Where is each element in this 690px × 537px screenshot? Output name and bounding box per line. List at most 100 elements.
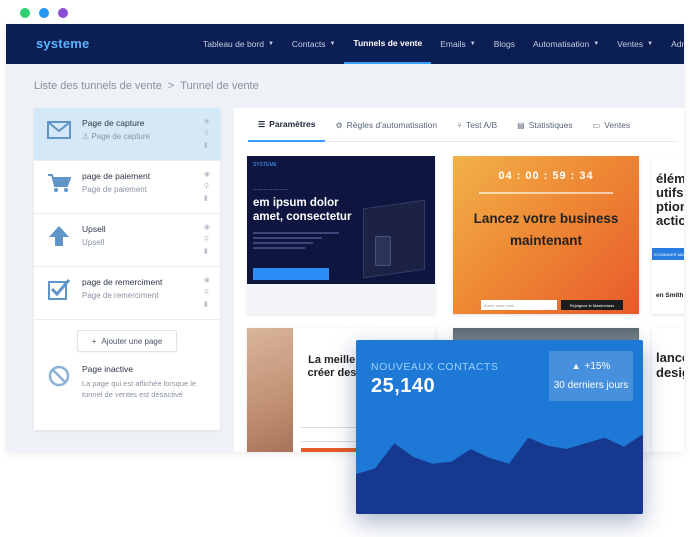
contacts-area-series bbox=[356, 434, 643, 514]
inactive-title: Page inactive bbox=[82, 364, 134, 374]
template-header: SYSTEME bbox=[253, 162, 277, 168]
nav-item-admin[interactable]: Admi bbox=[662, 24, 684, 64]
step-title: Page de capture bbox=[82, 118, 145, 128]
window-dot-blue[interactable] bbox=[39, 8, 49, 18]
tab-ventes[interactable]: ▭ Ventes bbox=[583, 108, 641, 142]
eye-icon[interactable]: ◉ bbox=[204, 276, 210, 284]
template-email-input: Entrer votre mail bbox=[481, 300, 557, 310]
link-icon[interactable]: ⚲ bbox=[204, 129, 210, 137]
nav-menu: Tableau de bord ▼ Contacts ▼ Tunnels de ve… bbox=[194, 24, 684, 64]
chevron-down-icon: ▼ bbox=[593, 41, 600, 47]
eye-icon[interactable]: ◉ bbox=[204, 223, 210, 231]
growth-badge: ▲ +15% 30 derniers jours bbox=[549, 351, 633, 401]
link-icon[interactable]: ⚲ bbox=[204, 182, 210, 190]
phone-mockup bbox=[375, 236, 391, 266]
step-item-remerciment[interactable]: page de remerciment Page de remerciment … bbox=[34, 267, 220, 320]
step-subtitle: Upsell bbox=[82, 238, 105, 247]
step-item-upsell[interactable]: Upsell Upsell ◉ ⚲ ▮ bbox=[34, 214, 220, 267]
funnel-steps-sidebar: Page de capture ⚠ Page de capture ◉ ⚲ ▮ … bbox=[34, 108, 220, 430]
tab-statistiques[interactable]: ▤ Statistiques bbox=[507, 108, 583, 142]
nav-item-automatisation[interactable]: Automatisation ▼ bbox=[524, 24, 608, 64]
panel-tabs: ☰ Paramètres ⚙ Règles d'automatisation ⑂ Te… bbox=[248, 108, 678, 142]
template-small-text: — — — — — — — bbox=[253, 186, 288, 191]
breadcrumb-separator: > bbox=[167, 80, 175, 92]
step-subtitle: Page de remerciment bbox=[82, 291, 159, 300]
chevron-down-icon: ▼ bbox=[469, 41, 476, 47]
template-headline: lance desig bbox=[656, 350, 684, 380]
arrow-up-icon bbox=[46, 224, 72, 248]
nav-item-contacts[interactable]: Contacts ▼ bbox=[283, 24, 345, 64]
template-footer bbox=[247, 284, 435, 314]
triangle-up-icon: ▲ bbox=[571, 361, 581, 371]
window-controls bbox=[20, 8, 68, 18]
template-headline: Lancez votre business maintenant bbox=[473, 211, 619, 248]
template-author: en Smith bbox=[656, 292, 684, 299]
growth-percent: +15% bbox=[584, 361, 611, 372]
tab-parametres[interactable]: ☰ Paramètres bbox=[248, 108, 326, 142]
new-contacts-card: NOUVEAUX CONTACTS 25,140 ▲ +15% 30 dernie… bbox=[356, 340, 643, 514]
eye-icon[interactable]: ◉ bbox=[204, 117, 210, 125]
plus-icon: + bbox=[91, 336, 97, 346]
breadcrumb: Liste des tunnels de vente > Tunnel de ven… bbox=[34, 80, 265, 92]
split-icon: ⑂ bbox=[457, 120, 462, 130]
breadcrumb-parent[interactable]: Liste des tunnels de vente bbox=[34, 80, 162, 92]
stats-label: NOUVEAUX CONTACTS bbox=[371, 361, 499, 373]
trash-icon[interactable]: ▮ bbox=[204, 141, 210, 149]
tab-test-ab[interactable]: ⑂ Test A/B bbox=[447, 108, 507, 142]
window-dot-purple[interactable] bbox=[58, 8, 68, 18]
template-thumbnail-design[interactable]: lance desig bbox=[652, 328, 684, 452]
template-thumbnail-partial[interactable]: élémé utifs ption action ECHANGER MAIN e… bbox=[652, 156, 684, 314]
window-dot-green[interactable] bbox=[20, 8, 30, 18]
envelope-icon bbox=[46, 118, 72, 142]
top-nav: systeme Tableau de bord ▼ Contacts ▼ Tunne… bbox=[6, 24, 684, 64]
growth-period: 30 derniers jours bbox=[553, 380, 629, 391]
countdown-timer: 04 : 00 : 59 : 34 bbox=[498, 170, 594, 182]
nav-item-blogs[interactable]: Blogs bbox=[485, 24, 524, 64]
step-item-paiement[interactable]: page de paiement Page de paiement ◉ ⚲ ▮ bbox=[34, 161, 220, 214]
template-button: ECHANGER MAIN bbox=[652, 248, 684, 260]
step-title: page de remerciment bbox=[82, 277, 163, 287]
add-page-button[interactable]: + Ajouter une page bbox=[77, 330, 177, 352]
template-image bbox=[247, 328, 293, 452]
nav-item-emails[interactable]: Emails ▼ bbox=[431, 24, 484, 64]
breadcrumb-current: Tunnel de vente bbox=[180, 80, 259, 92]
step-item-capture[interactable]: Page de capture ⚠ Page de capture ◉ ⚲ ▮ bbox=[34, 108, 220, 161]
step-subtitle: Page de capture bbox=[91, 132, 151, 141]
template-text-lines bbox=[253, 232, 339, 252]
eye-icon[interactable]: ◉ bbox=[204, 170, 210, 178]
template-thumbnail-tech[interactable]: SYSTEME — — — — — — — em ipsum dolor ame… bbox=[247, 156, 435, 314]
trash-icon[interactable]: ▮ bbox=[204, 194, 210, 202]
nav-item-tunnels-de-vente[interactable]: Tunnels de vente bbox=[344, 24, 432, 64]
bar-chart-icon: ▤ bbox=[517, 120, 525, 130]
gears-icon: ⚙ bbox=[335, 120, 343, 130]
template-cta bbox=[253, 268, 329, 280]
step-subtitle: Page de paiement bbox=[82, 185, 147, 194]
template-headline: élémé utifs ption action bbox=[656, 171, 684, 228]
list-icon: ☰ bbox=[258, 119, 266, 129]
template-button: Rejoignez le Masterclass bbox=[561, 300, 623, 310]
trash-icon[interactable]: ▮ bbox=[204, 247, 210, 255]
device-mockup bbox=[363, 199, 425, 279]
nav-item-ventes[interactable]: Ventes ▼ bbox=[608, 24, 662, 64]
divider bbox=[479, 192, 613, 194]
template-thumbnail-business[interactable]: 04 : 00 : 59 : 34 Lancez votre business … bbox=[453, 156, 639, 314]
template-headline: em ipsum dolor amet, consectetur bbox=[253, 197, 352, 223]
stats-value: 25,140 bbox=[371, 375, 436, 397]
cart-icon bbox=[46, 171, 72, 195]
step-title: page de paiement bbox=[82, 171, 151, 181]
inactive-page-item[interactable]: Page inactive La page qui est affichée l… bbox=[34, 352, 220, 400]
chevron-down-icon: ▼ bbox=[267, 41, 274, 47]
link-icon[interactable]: ⚲ bbox=[204, 288, 210, 296]
forbidden-icon bbox=[46, 364, 72, 388]
money-icon: ▭ bbox=[592, 120, 601, 130]
logo[interactable]: systeme bbox=[36, 36, 89, 51]
nav-item-tableau-de-bord[interactable]: Tableau de bord ▼ bbox=[194, 24, 283, 64]
checkbox-icon bbox=[46, 277, 72, 301]
tab-regles-automatisation[interactable]: ⚙ Règles d'automatisation bbox=[325, 108, 447, 142]
link-icon[interactable]: ⚲ bbox=[204, 235, 210, 243]
step-title: Upsell bbox=[82, 224, 106, 234]
chevron-down-icon: ▼ bbox=[647, 41, 654, 47]
trash-icon[interactable]: ▮ bbox=[204, 300, 210, 308]
inactive-description: La page qui est affichée lorsque le tunn… bbox=[82, 379, 197, 399]
warning-icon: ⚠ bbox=[82, 132, 90, 141]
